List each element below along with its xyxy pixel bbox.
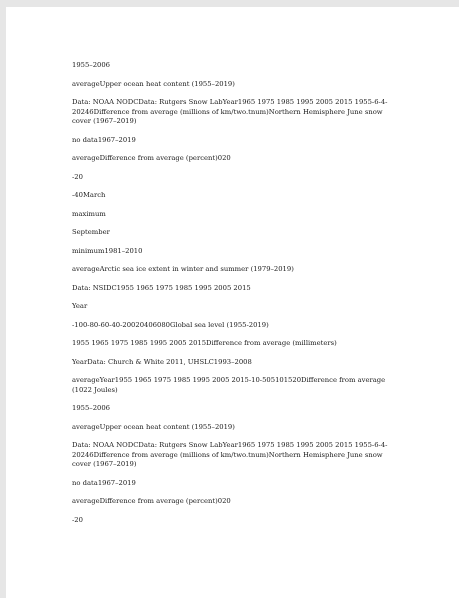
- paragraph: averageDifference from average (percent)…: [72, 497, 231, 505]
- paragraph: Data: NOAA NODCData: Rutgers Snow LabYea…: [72, 98, 388, 125]
- paragraph: no data1967–2019: [72, 135, 136, 144]
- paragraph: -40March: [72, 191, 106, 199]
- paragraph: Year: [72, 302, 88, 310]
- paragraph: maximum: [72, 209, 106, 218]
- paragraph: Data: NSIDC1955 1965 1975 1985 1995 2005…: [72, 283, 251, 292]
- paragraph: 1955–2006: [72, 404, 110, 412]
- document-page: 1955–2006 averageUpper ocean heat conten…: [6, 7, 459, 598]
- paragraph: averageDifference from average (percent)…: [72, 154, 231, 162]
- paragraph: -100-80-60-40-20020406080Global sea leve…: [72, 320, 269, 329]
- paragraph: minimum1981–2010: [72, 246, 143, 255]
- paragraph: averageArctic sea ice extent in winter a…: [72, 265, 294, 273]
- paragraph: averageUpper ocean heat content (1955–20…: [72, 79, 235, 88]
- paragraph: September: [72, 228, 110, 236]
- paragraph: 1955 1965 1975 1985 1995 2005 2015Differ…: [72, 339, 337, 347]
- paragraph: YearData: Church & White 2011, UHSLC1993…: [72, 357, 252, 366]
- paragraph: -20: [72, 515, 83, 524]
- paragraph: no data1967–2019: [72, 478, 136, 487]
- paragraph: averageYear1955 1965 1975 1985 1995 2005…: [72, 376, 386, 394]
- document-body: 1955–2006 averageUpper ocean heat conten…: [72, 61, 402, 534]
- paragraph: 1955–2006: [72, 61, 110, 69]
- paragraph: -20: [72, 172, 83, 181]
- paragraph: Data: NOAA NODCData: Rutgers Snow LabYea…: [72, 441, 388, 468]
- paragraph: averageUpper ocean heat content (1955–20…: [72, 422, 235, 431]
